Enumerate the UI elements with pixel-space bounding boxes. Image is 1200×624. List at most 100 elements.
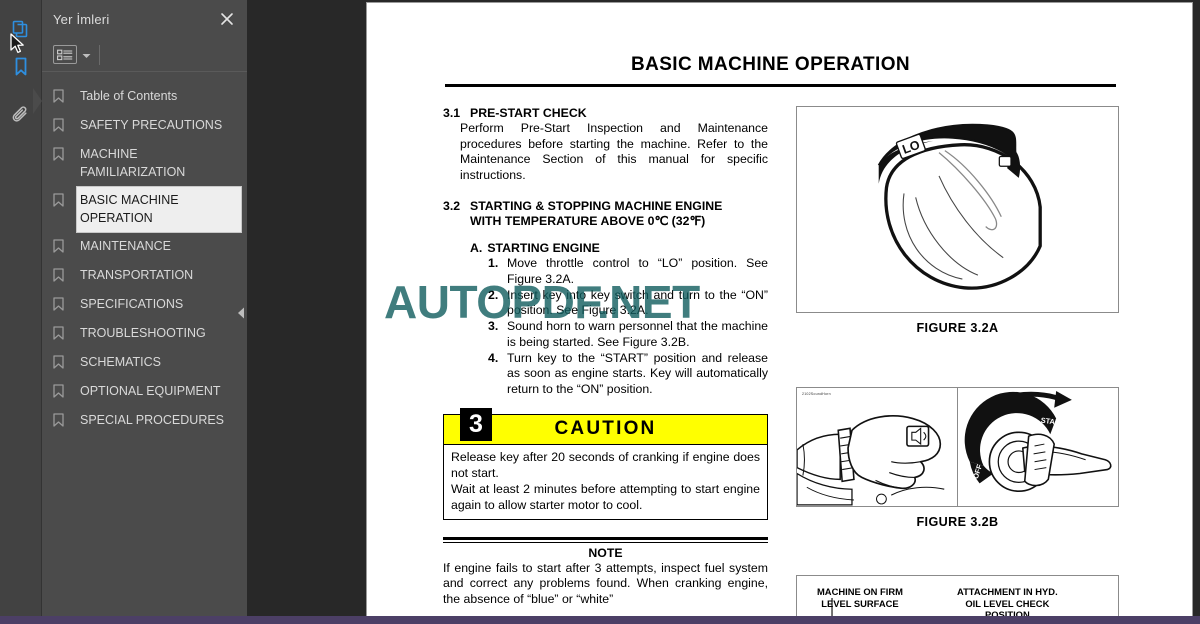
collapse-panel-handle[interactable] <box>235 296 247 330</box>
figure-level-check: MACHINE ON FIRM LEVEL SURFACE ATTACHMENT… <box>796 575 1119 621</box>
note-title: NOTE <box>588 545 623 560</box>
step-text: Insert key into key switch and turn to t… <box>507 287 768 318</box>
rail-notch <box>33 88 42 114</box>
bookmark-item[interactable]: MACHINE FAMILIARIZATION <box>42 141 247 186</box>
switch-label-start: START <box>1040 416 1066 428</box>
close-icon <box>221 13 233 25</box>
bookmark-glyph <box>53 268 64 282</box>
bookmark-icon <box>53 187 77 207</box>
section-title: PRE-START CHECK <box>470 106 587 120</box>
switch-label-on: ON <box>1013 415 1026 427</box>
caution-body: Release key after 20 seconds of cranking… <box>444 445 767 519</box>
bookmark-icon <box>53 291 77 311</box>
bookmark-item[interactable]: SPECIAL PROCEDURES <box>42 407 247 435</box>
page-thumbnails-icon[interactable] <box>0 10 42 48</box>
bookmark-glyph <box>53 297 64 311</box>
bookmark-glyph <box>53 413 64 427</box>
bookmark-icon <box>53 83 77 103</box>
close-panel-button[interactable] <box>217 9 237 29</box>
caution-line-1: Release key after 20 seconds of cranking… <box>451 449 760 480</box>
throttle-knob-drawing: LO <box>877 123 1042 290</box>
bookmark-item[interactable]: SAFETY PRECAUTIONS <box>42 112 247 140</box>
bookmark-item[interactable]: SCHEMATICS <box>42 349 247 377</box>
bookmark-label: MACHINE FAMILIARIZATION <box>80 147 186 179</box>
page-columns: 3.1 PRE-START CHECK Perform Pre-Start In… <box>367 106 1192 621</box>
toolbar-divider <box>99 44 100 65</box>
bookmark-icon <box>53 378 77 398</box>
section-3-1-body: Perform Pre-Start Inspection and Mainten… <box>460 121 768 182</box>
bookmark-glyph <box>53 355 64 369</box>
bookmark-label: OPTIONAL EQUIPMENT <box>80 384 221 398</box>
bookmark-item[interactable]: SPECIFICATIONS <box>42 291 247 319</box>
bookmark-item[interactable]: TRANSPORTATION <box>42 262 247 290</box>
bookmark-item[interactable]: Table of Contents <box>42 83 247 111</box>
bookmark-icon <box>53 262 77 282</box>
bookmark-glyph <box>53 118 64 132</box>
step-number: 4. <box>488 350 499 365</box>
figure-3-2b: 2102SoundHorn OFF ACC ON START FIGURE 3.… <box>796 387 1119 529</box>
step-item: 3. Sound horn to warn personnel that the … <box>488 319 768 350</box>
title-rule <box>445 84 1116 87</box>
bookmark-item[interactable]: TROUBLESHOOTING <box>42 320 247 348</box>
note-block: NOTE If engine fails to start after 3 at… <box>443 536 768 608</box>
figure-3-2b-frame: 2102SoundHorn OFF ACC ON START <box>796 387 1119 507</box>
list-options-button[interactable] <box>53 45 77 64</box>
list-options-icon <box>57 49 73 60</box>
figure-3-2b-caption: FIGURE 3.2B <box>916 515 999 529</box>
note-body: If engine fails to start after 3 attempt… <box>443 561 768 608</box>
document-canvas[interactable]: BASIC MACHINE OPERATION 3.1 PRE-START CH… <box>247 0 1200 624</box>
bookmarks-toolbar <box>42 38 247 72</box>
section-heading-3-2: 3.2 STARTING & STOPPING MACHINE ENGINE <box>443 199 768 213</box>
bookmark-glyph <box>53 326 64 340</box>
bookmark-item[interactable]: OPTIONAL EQUIPMENT <box>42 378 247 406</box>
bookmarks-panel: Yer İmleri Table of Contents SAFETY PREC… <box>42 0 247 624</box>
figure-level-check-frame: MACHINE ON FIRM LEVEL SURFACE ATTACHMENT… <box>796 575 1119 621</box>
bookmarks-icon[interactable] <box>0 48 42 86</box>
bookmark-glyph <box>53 239 64 253</box>
bookmark-label: MAINTENANCE <box>80 239 171 253</box>
section-heading-3-1: 3.1 PRE-START CHECK <box>443 106 768 120</box>
panel-title: Yer İmleri <box>53 11 110 27</box>
step-text: Move throttle control to “LO” position. … <box>507 256 768 287</box>
starting-engine-steps: 1. Move throttle control to “LO” position… <box>443 256 768 397</box>
bookmarks-glyph <box>15 57 27 76</box>
bookmarks-panel-header: Yer İmleri <box>42 0 247 38</box>
bookmark-icon <box>53 233 77 253</box>
page-number-badge: 3 <box>460 408 492 441</box>
hand-sounding-horn-drawing <box>797 415 945 506</box>
bookmark-item[interactable]: MAINTENANCE <box>42 233 247 261</box>
subsection-heading: A. STARTING ENGINE <box>470 241 768 255</box>
paperclip-glyph <box>12 106 27 122</box>
bookmark-item[interactable]: BASIC MACHINE OPERATION <box>42 186 247 233</box>
bookmark-glyph <box>53 193 64 207</box>
bookmark-label: Table of Contents <box>80 89 178 103</box>
bookmark-label: SAFETY PRECAUTIONS <box>80 118 223 132</box>
bookmark-icon <box>53 320 77 340</box>
section-number: 3.2 <box>443 199 461 214</box>
bookmark-label: BASIC MACHINE OPERATION <box>76 186 242 233</box>
step-text: Turn key to the “START” position and rel… <box>507 350 768 396</box>
subsection-letter: A. <box>470 241 483 256</box>
chevron-down-icon[interactable] <box>82 46 91 64</box>
chevron-left-icon <box>238 307 244 319</box>
figure-3-2a-frame: LO <box>796 106 1119 313</box>
figure-3-2b-keyswitch-panel: OFF ACC ON START <box>958 388 1118 506</box>
figure-3-2a-caption: FIGURE 3.2A <box>916 321 999 335</box>
section-number: 3.1 <box>443 106 461 120</box>
section-title: STARTING & STOPPING MACHINE ENGINE <box>470 199 723 214</box>
figure-tiny-id: 2102SoundHorn <box>802 392 831 396</box>
step-text: Sound horn to warn personnel that the ma… <box>507 319 768 349</box>
bookmark-label: SCHEMATICS <box>80 355 162 369</box>
figure-label-machine-level: MACHINE ON FIRM LEVEL SURFACE <box>817 586 903 609</box>
step-number: 2. <box>488 287 499 302</box>
step-item: 1. Move throttle control to “LO” position… <box>488 256 768 287</box>
page-title: BASIC MACHINE OPERATION <box>630 54 911 75</box>
bookmark-label: SPECIFICATIONS <box>80 297 184 311</box>
bookmark-list: Table of Contents SAFETY PRECAUTIONS MACHI… <box>42 72 247 624</box>
section-title-line2: WITH TEMPERATURE ABOVE 0℃ (32℉) <box>470 214 706 229</box>
left-column: 3.1 PRE-START CHECK Perform Pre-Start In… <box>443 106 768 621</box>
key-switch-drawing: OFF ACC ON START <box>964 391 1112 493</box>
bookmark-icon <box>53 112 77 132</box>
figure-3-2a: LO FIGURE 3.2A <box>796 106 1119 335</box>
notch-glyph <box>33 88 42 114</box>
